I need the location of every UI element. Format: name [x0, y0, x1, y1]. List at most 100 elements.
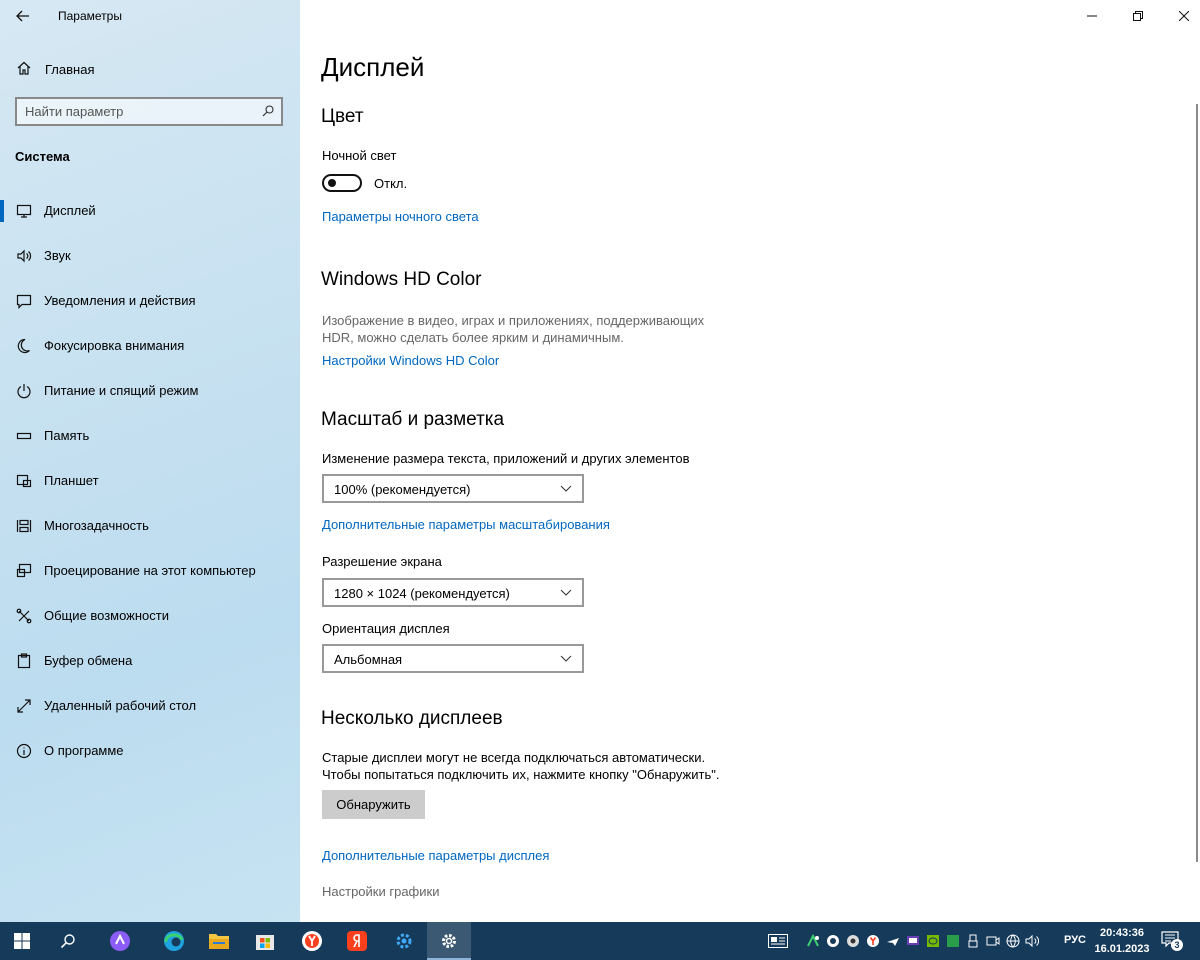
- scale-heading: Масштаб и разметка: [321, 409, 505, 430]
- gear-icon: [442, 934, 456, 948]
- camera-app-icon[interactable]: [823, 931, 843, 951]
- notification-count-badge: 3: [1171, 939, 1183, 951]
- sidebar-item-power[interactable]: Питание и спящий режим: [0, 368, 300, 413]
- store-icon: [256, 935, 274, 950]
- scale-value: 100% (рекомендуется): [334, 482, 471, 497]
- clock[interactable]: 20:43:36 16.01.2023: [1092, 925, 1152, 957]
- sidebar-item-storage[interactable]: Память: [0, 413, 300, 458]
- resolution-label: Разрешение экрана: [322, 554, 442, 569]
- taskbar-yandex-browser[interactable]: [290, 922, 334, 960]
- app-title: Параметры: [58, 9, 122, 23]
- sidebar-item-focus-assist[interactable]: Фокусировка внимания: [0, 323, 300, 368]
- volume-icon[interactable]: [1023, 931, 1043, 951]
- sidebar-item-about[interactable]: О программе: [0, 728, 300, 773]
- close-icon: [1179, 11, 1189, 21]
- sidebar-item-label: Питание и спящий режим: [44, 383, 199, 398]
- language-indicator[interactable]: РУС: [1064, 934, 1086, 946]
- meet-now-icon[interactable]: [983, 931, 1003, 951]
- taskbar-store[interactable]: [243, 922, 287, 960]
- globe-icon[interactable]: [1003, 931, 1023, 951]
- news-widget-icon[interactable]: [765, 931, 791, 951]
- sidebar-item-multitasking[interactable]: Многозадачность: [0, 503, 300, 548]
- speaker-icon: [16, 248, 32, 264]
- network-sync-icon[interactable]: [803, 931, 823, 951]
- restore-icon: [1133, 11, 1143, 21]
- toggle-knob: [328, 179, 336, 187]
- scale-dropdown[interactable]: 100% (рекомендуется): [322, 474, 584, 503]
- notification-icon: [16, 293, 32, 309]
- page-title: Дисплей: [321, 52, 425, 82]
- multiple-displays-description-line1: Старые дисплеи могут не всегда подключат…: [322, 750, 706, 765]
- gear-blue-icon: [396, 933, 412, 949]
- resolution-value: 1280 × 1024 (рекомендуется): [334, 586, 510, 601]
- nvidia-icon[interactable]: [923, 931, 943, 951]
- sidebar-item-remote-desktop[interactable]: Удаленный рабочий стол: [0, 683, 300, 728]
- remote-desktop-icon: [16, 698, 32, 714]
- orientation-value: Альбомная: [334, 652, 403, 667]
- search-input[interactable]: [25, 103, 250, 119]
- multitasking-icon: [16, 518, 32, 534]
- color-heading: Цвет: [321, 106, 364, 127]
- sidebar-item-display[interactable]: Дисплей: [0, 188, 300, 233]
- back-button[interactable]: [8, 2, 38, 30]
- advanced-display-link[interactable]: Дополнительные параметры дисплея: [322, 848, 549, 863]
- detect-button[interactable]: Обнаружить: [322, 790, 425, 819]
- scale-label: Изменение размера текста, приложений и д…: [322, 451, 690, 466]
- night-light-settings-link[interactable]: Параметры ночного света: [322, 209, 479, 224]
- usb-icon[interactable]: [963, 931, 983, 951]
- taskbar-file-explorer[interactable]: [197, 922, 241, 960]
- sidebar-item-label: О программе: [44, 743, 124, 758]
- projection-icon: [16, 563, 32, 579]
- taskbar-search-button[interactable]: [46, 922, 90, 960]
- yandex-browser-icon: [302, 931, 322, 951]
- sidebar-item-clipboard[interactable]: Буфер обмена: [0, 638, 300, 683]
- windows-logo-icon: [14, 933, 30, 949]
- start-button[interactable]: [0, 922, 44, 960]
- taskbar-alice-assistant[interactable]: [98, 922, 142, 960]
- yandex-tray-icon[interactable]: [863, 931, 883, 951]
- tablet-icon: [16, 473, 32, 489]
- taskbar-app-gear-blue[interactable]: [382, 922, 426, 960]
- sidebar-item-label: Память: [44, 428, 90, 443]
- sidebar-item-tablet[interactable]: Планшет: [0, 458, 300, 503]
- moon-icon: [16, 338, 32, 354]
- chevron-down-icon: [560, 589, 572, 596]
- shared-experiences-icon: [16, 608, 32, 624]
- orientation-dropdown[interactable]: Альбомная: [322, 644, 584, 673]
- sidebar-item-shared-experiences[interactable]: Общие возможности: [0, 593, 300, 638]
- multiple-displays-heading: Несколько дисплеев: [321, 708, 503, 729]
- hdr-settings-link[interactable]: Настройки Windows HD Color: [322, 353, 499, 368]
- sidebar-item-notifications[interactable]: Уведомления и действия: [0, 278, 300, 323]
- yandex-icon: [347, 931, 367, 951]
- airplane-icon[interactable]: [883, 931, 903, 951]
- chevron-down-icon: [560, 655, 572, 662]
- taskbar-edge[interactable]: [152, 922, 196, 960]
- system-tray: [765, 922, 1043, 960]
- display-tray-icon[interactable]: [903, 931, 923, 951]
- hdr-description: Изображение в видео, играх и приложениях…: [322, 313, 705, 345]
- search-box[interactable]: [15, 97, 283, 126]
- maximize-button[interactable]: [1115, 0, 1161, 32]
- sidebar-item-label: Удаленный рабочий стол: [44, 698, 197, 713]
- advanced-scaling-link[interactable]: Дополнительные параметры масштабирования: [322, 517, 610, 532]
- taskbar-yandex[interactable]: [335, 922, 379, 960]
- action-center-button[interactable]: 3: [1152, 922, 1192, 960]
- multiple-displays-description-line2: Чтобы попытаться подключить их, нажмите …: [322, 767, 720, 782]
- search-icon[interactable]: [262, 105, 274, 117]
- hdr-heading: Windows HD Color: [321, 269, 482, 290]
- close-button[interactable]: [1161, 0, 1200, 32]
- sidebar-item-sound[interactable]: Звук: [0, 233, 300, 278]
- resolution-dropdown[interactable]: 1280 × 1024 (рекомендуется): [322, 578, 584, 607]
- scrollbar[interactable]: [1196, 104, 1198, 862]
- night-light-toggle[interactable]: [322, 174, 362, 192]
- monitor-icon: [16, 203, 32, 219]
- obs-icon[interactable]: [843, 931, 863, 951]
- graphics-settings-link[interactable]: Настройки графики: [322, 884, 439, 899]
- minimize-button[interactable]: [1069, 0, 1115, 32]
- home-nav-item[interactable]: Главная: [0, 54, 300, 84]
- clipboard-icon: [16, 653, 32, 669]
- green-app-icon[interactable]: [943, 931, 963, 951]
- section-label: Система: [15, 149, 70, 164]
- sidebar-item-projection[interactable]: Проецирование на этот компьютер: [0, 548, 300, 593]
- taskbar-settings[interactable]: [427, 922, 471, 960]
